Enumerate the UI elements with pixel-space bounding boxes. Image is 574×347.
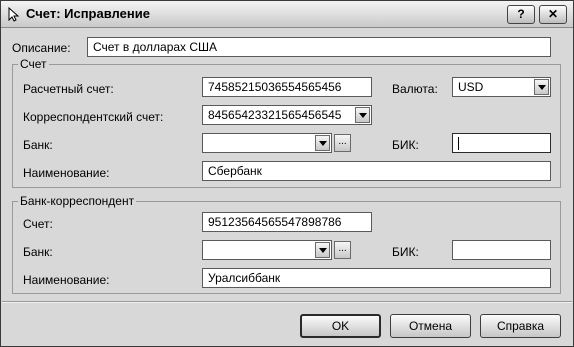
help-icon: ? bbox=[517, 7, 525, 21]
corr-bank-lookup-button[interactable]: ... bbox=[334, 241, 351, 259]
help-button[interactable]: Справка bbox=[480, 314, 561, 338]
corr-bank-dropdown-button[interactable] bbox=[315, 242, 330, 258]
correspondent-account-select[interactable]: 84565423321565456545 bbox=[202, 105, 372, 125]
dialog-window: Счет: Исправление ? ✕ Описание: Счет в д… bbox=[0, 0, 574, 347]
ok-button[interactable]: OK bbox=[300, 314, 381, 338]
chevron-down-icon bbox=[359, 113, 367, 118]
currency-select[interactable]: USD bbox=[452, 77, 551, 97]
corr-bik-input[interactable] bbox=[452, 240, 551, 260]
corr-bik-label: БИК: bbox=[392, 245, 419, 259]
description-label: Описание: bbox=[12, 41, 71, 55]
bank-label: Банк: bbox=[23, 138, 53, 152]
chevron-down-icon bbox=[319, 141, 327, 146]
window-title: Счет: Исправление bbox=[26, 6, 150, 21]
app-icon bbox=[6, 6, 22, 22]
account-group-legend: Счет bbox=[18, 57, 49, 71]
bank-select[interactable] bbox=[202, 133, 332, 153]
settlement-account-label: Расчетный счет: bbox=[23, 82, 114, 96]
bank-name-input[interactable]: Сбербанк bbox=[202, 161, 551, 181]
corr-account-input[interactable]: 95123564565547898786 bbox=[202, 212, 372, 232]
settlement-account-input[interactable]: 74585215036554565456 bbox=[202, 77, 372, 97]
corr-bank-select[interactable] bbox=[202, 240, 332, 260]
currency-label: Валюта: bbox=[392, 82, 438, 96]
close-button[interactable]: ✕ bbox=[539, 5, 567, 24]
correspondent-account-value: 84565423321565456545 bbox=[208, 108, 342, 122]
footer-separator bbox=[2, 301, 572, 303]
description-input[interactable]: Счет в долларах США bbox=[87, 37, 551, 57]
bank-dropdown-button[interactable] bbox=[315, 135, 330, 151]
currency-dropdown-button[interactable] bbox=[534, 79, 549, 95]
text-cursor bbox=[458, 137, 459, 150]
title-bar[interactable]: Счет: Исправление ? ✕ bbox=[1, 1, 573, 28]
correspondent-account-label: Корреспондентский счет: bbox=[23, 110, 164, 124]
corr-bank-label: Банк: bbox=[23, 245, 53, 259]
corr-bank-name-input[interactable]: Уралсиббанк bbox=[202, 268, 551, 288]
bik-label: БИК: bbox=[392, 138, 419, 152]
chevron-down-icon bbox=[538, 85, 546, 90]
corr-account-label: Счет: bbox=[23, 217, 53, 231]
bank-lookup-button[interactable]: ... bbox=[334, 134, 351, 152]
currency-value: USD bbox=[458, 80, 484, 94]
bik-input[interactable] bbox=[452, 133, 551, 153]
help-title-button[interactable]: ? bbox=[507, 5, 535, 24]
bank-name-label: Наименование: bbox=[23, 166, 110, 180]
corr-bank-name-label: Наименование: bbox=[23, 273, 110, 287]
close-icon: ✕ bbox=[547, 7, 559, 21]
chevron-down-icon bbox=[319, 248, 327, 253]
correspondent-group-legend: Банк-корреспондент bbox=[18, 194, 137, 208]
correspondent-account-dropdown-button[interactable] bbox=[355, 107, 370, 123]
cancel-button[interactable]: Отмена bbox=[390, 314, 471, 338]
